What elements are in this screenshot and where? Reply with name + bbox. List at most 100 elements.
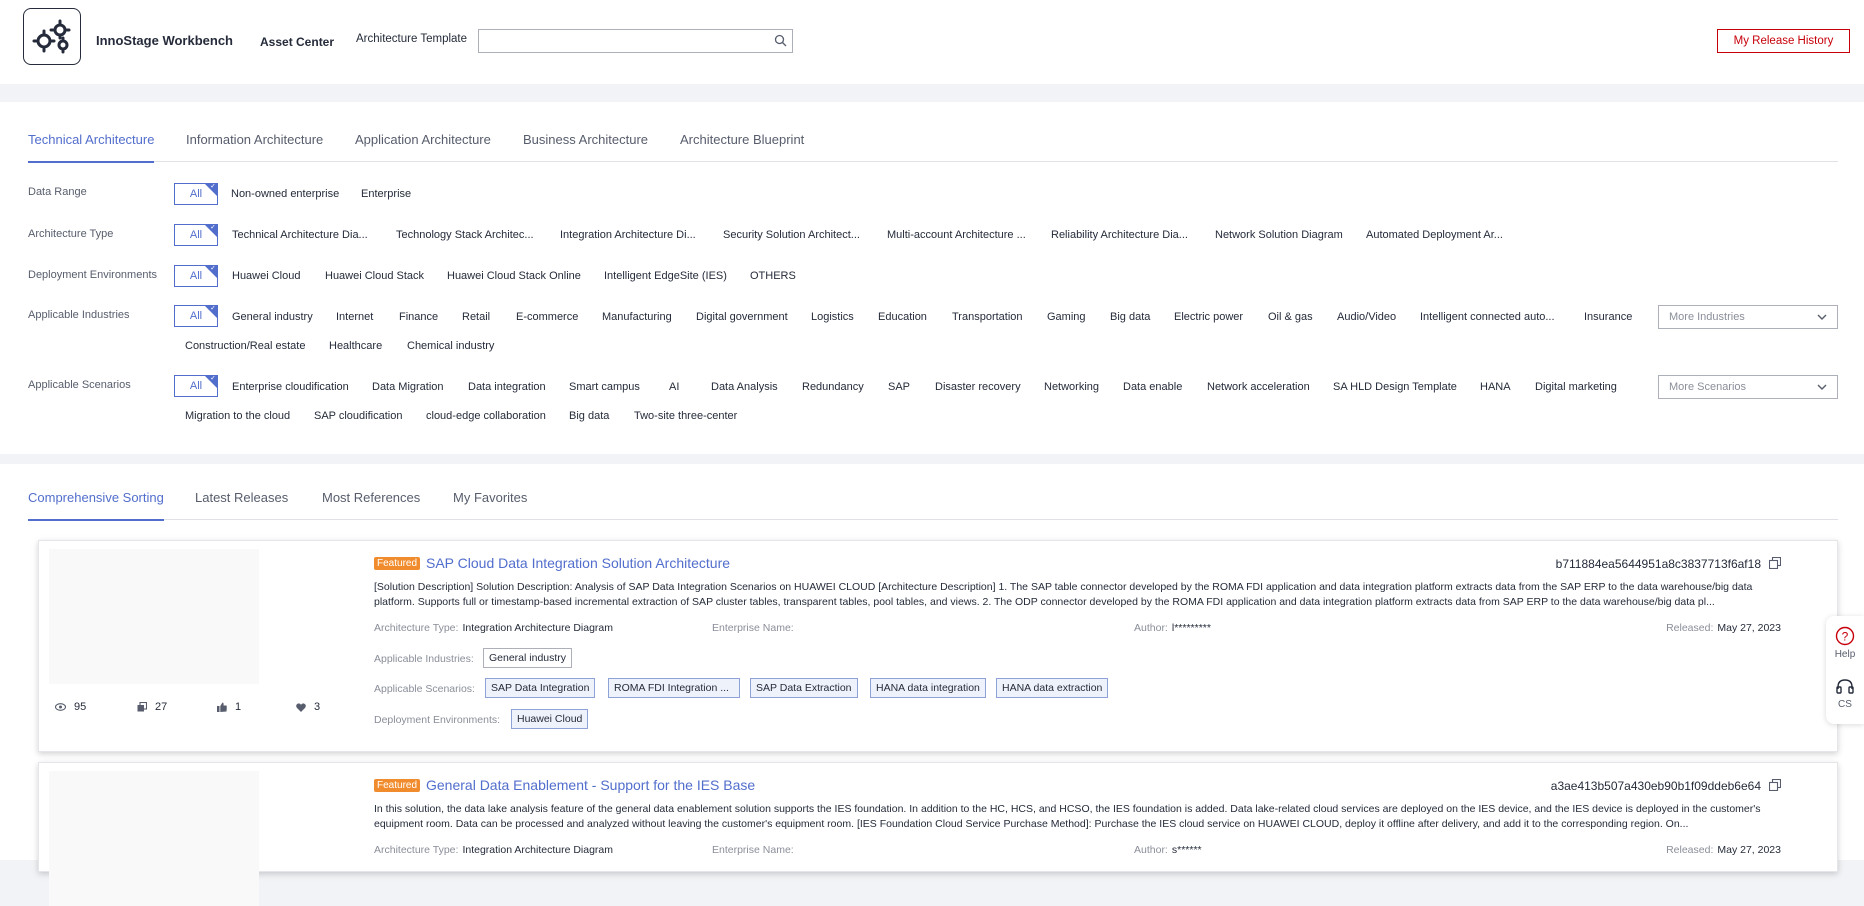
copy-icon[interactable] [1768,778,1782,796]
filter-option[interactable]: Audio/Video [1337,311,1396,323]
scenario-tag[interactable]: HANA data integration [870,678,986,698]
architecture-card[interactable]: 95 27 1 3 Featured SAP Cloud Data Integr… [38,540,1838,752]
tab-architecture-blueprint[interactable]: Architecture Blueprint [680,132,804,147]
card-title[interactable]: General Data Enablement - Support for th… [426,777,755,793]
tab-application-architecture[interactable]: Application Architecture [355,132,491,147]
filter-option[interactable]: Multi-account Architecture ... [887,229,1026,241]
filter-option[interactable]: E-commerce [516,311,578,323]
filter-option[interactable]: AI [669,381,679,393]
more-scenarios-select[interactable]: More Scenarios [1658,375,1838,399]
filter-option[interactable]: Redundancy [802,381,864,393]
filter-option[interactable]: Intelligent EdgeSite (IES) [604,270,727,282]
filter-option[interactable]: Smart campus [569,381,640,393]
filter-option[interactable]: Data Migration [372,381,444,393]
card-id: b711884ea5644951a8c3837713f6af18 [1555,557,1761,571]
filter-option[interactable]: Gaming [1047,311,1086,323]
filter-option[interactable]: Technical Architecture Dia... [232,229,368,241]
meta-enterprise-name: Enterprise Name: [712,622,798,634]
filter-option[interactable]: Retail [462,311,490,323]
filter-all-deployment[interactable]: All ✓ [174,265,218,287]
architecture-card[interactable]: Featured General Data Enablement - Suppo… [38,762,1838,906]
filter-option[interactable]: Data Analysis [711,381,778,393]
more-industries-select[interactable]: More Industries [1658,305,1838,329]
filter-option[interactable]: Intelligent connected auto... [1420,311,1555,323]
filter-option[interactable]: Finance [399,311,438,323]
filter-option[interactable]: Logistics [811,311,854,323]
scenario-tag[interactable]: SAP Data Extraction [750,678,858,698]
filter-option[interactable]: General industry [232,311,313,323]
filter-option[interactable]: Healthcare [329,340,382,352]
copy-icon[interactable] [1768,556,1782,574]
filter-option[interactable]: Transportation [952,311,1023,323]
my-release-history-button[interactable]: My Release History [1717,29,1850,53]
filter-option[interactable]: Technology Stack Architec... [396,229,534,241]
filter-option[interactable]: Chemical industry [407,340,494,352]
scenario-tag[interactable]: HANA data extraction [996,678,1109,698]
filter-option[interactable]: Network acceleration [1207,381,1310,393]
filter-all-industries[interactable]: All ✓ [174,305,218,327]
filter-option[interactable]: Network Solution Diagram [1215,229,1343,241]
filter-option[interactable]: Construction/Real estate [185,340,305,352]
filter-option[interactable]: HANA [1480,381,1511,393]
nav-asset-center[interactable]: Asset Center [260,35,334,49]
deployment-tag[interactable]: Huawei Cloud [511,709,589,729]
tab-comprehensive-sorting[interactable]: Comprehensive Sorting [28,490,164,521]
filter-option[interactable]: cloud-edge collaboration [426,410,546,422]
help-button[interactable]: ? Help [1826,626,1864,660]
filter-option[interactable]: Security Solution Architect... [723,229,860,241]
filter-all-data-range[interactable]: All ✓ [174,183,218,205]
floating-side-tools: ? Help CS [1826,616,1864,724]
filter-option[interactable]: Data integration [468,381,546,393]
filter-option[interactable]: Data enable [1123,381,1182,393]
filter-option[interactable]: Oil & gas [1268,311,1313,323]
filter-option[interactable]: SAP [888,381,910,393]
industry-tag[interactable]: General industry [483,648,573,668]
card-thumbnail[interactable] [49,771,259,906]
scenario-tag[interactable]: SAP Data Integration [485,678,596,698]
filter-option[interactable]: Electric power [1174,311,1243,323]
tab-business-architecture[interactable]: Business Architecture [523,132,648,147]
tab-information-architecture[interactable]: Information Architecture [186,132,323,147]
tab-technical-architecture[interactable]: Technical Architecture [28,132,155,163]
filter-option[interactable]: Manufacturing [602,311,672,323]
filter-option[interactable]: Digital government [696,311,788,323]
filter-option[interactable]: Huawei Cloud Stack [325,270,424,282]
filter-option[interactable]: Insurance [1584,311,1632,323]
filter-option[interactable]: OTHERS [750,270,796,282]
filter-option[interactable]: Non-owned enterprise [231,188,339,200]
tab-most-references[interactable]: Most References [322,490,420,505]
likes-stat[interactable]: 1 [217,701,241,713]
search-icon[interactable] [774,34,787,52]
filter-option[interactable]: Networking [1044,381,1099,393]
tab-my-favorites[interactable]: My Favorites [453,490,527,505]
filter-option[interactable]: Enterprise [361,188,411,200]
filter-option[interactable]: Two-site three-center [634,410,737,422]
card-thumbnail[interactable] [49,549,259,684]
filter-option[interactable]: Automated Deployment Ar... [1366,229,1503,241]
filter-option[interactable]: Internet [336,311,373,323]
filter-option[interactable]: Reliability Architecture Dia... [1051,229,1188,241]
search-input[interactable] [479,30,767,52]
filter-option[interactable]: Enterprise cloudification [232,381,349,393]
filter-option[interactable]: Integration Architecture Di... [560,229,696,241]
nav-architecture-template[interactable]: Architecture Template [356,33,467,45]
scenario-tag[interactable]: ROMA FDI Integration ... [608,678,740,698]
gears-logo-icon[interactable] [23,8,81,65]
filter-option[interactable]: Disaster recovery [935,381,1021,393]
filter-all-scenarios[interactable]: All ✓ [174,375,218,397]
filter-option[interactable]: Digital marketing [1535,381,1617,393]
filter-option[interactable]: Huawei Cloud Stack Online [447,270,581,282]
favorites-stat[interactable]: 3 [296,701,320,713]
filter-option[interactable]: Big data [569,410,609,422]
filter-option[interactable]: Huawei Cloud [232,270,300,282]
filter-option[interactable]: SA HLD Design Template [1333,381,1457,393]
filter-label-data-range: Data Range [28,186,87,198]
filter-all-architecture-type[interactable]: All ✓ [174,224,218,246]
tab-latest-releases[interactable]: Latest Releases [195,490,288,505]
customer-service-button[interactable]: CS [1826,678,1864,710]
filter-option[interactable]: Education [878,311,927,323]
filter-option[interactable]: Big data [1110,311,1150,323]
filter-option[interactable]: SAP cloudification [314,410,402,422]
filter-option[interactable]: Migration to the cloud [185,410,290,422]
card-title[interactable]: SAP Cloud Data Integration Solution Arch… [426,555,730,571]
